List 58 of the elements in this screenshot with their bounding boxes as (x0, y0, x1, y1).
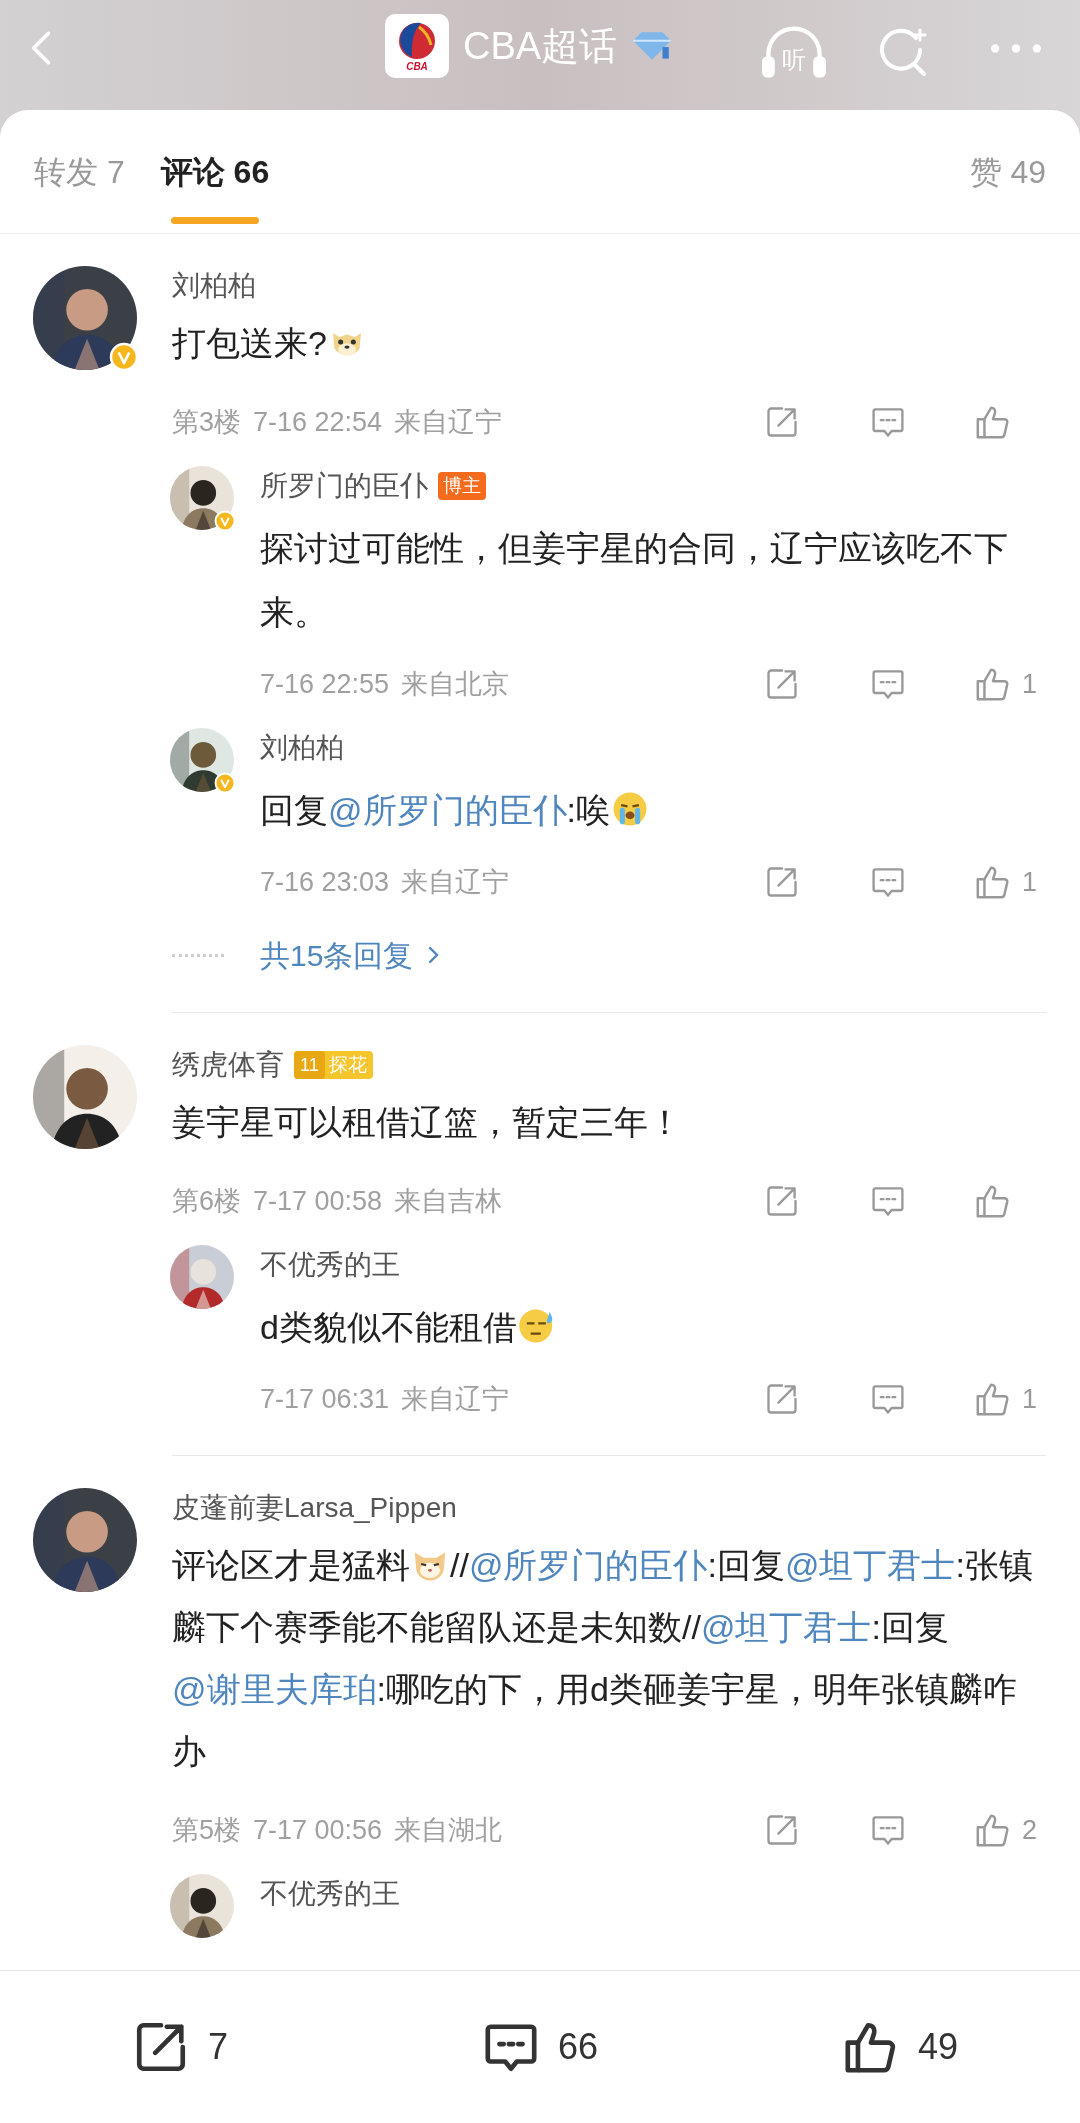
location-text: 来自吉林 (394, 1184, 503, 1218)
logo-text: CBA (406, 60, 428, 72)
floor-number: 第3楼 (172, 405, 242, 439)
basketball-icon (397, 20, 437, 61)
mention-link[interactable]: @坦丁君士 (700, 1608, 872, 1646)
user-name[interactable]: 不优秀的王 (260, 1873, 400, 1915)
page-title: CBA超话 (463, 23, 618, 69)
user-name[interactable]: 刘柏柏 (260, 727, 344, 769)
like-action[interactable]: 49 (720, 2018, 1080, 2076)
comment-text: 评论区才是猛料 //@所罗门的臣仆:回复@坦丁君士:张镇麟下个赛季能不能留队还是未知数//@坦丁君士:回复 @谢里夫库珀:哪吃的下，用d类砸姜宇星，明年张镇麟咋办 (172, 1544, 1034, 1772)
comment-text: 探讨过可能性，但姜宇星的合同，辽宁应该吃不下来。 (260, 528, 1009, 633)
user-name[interactable]: 刘柏柏 (172, 265, 256, 307)
mention-link[interactable]: @谢里夫库珀 (172, 1670, 377, 1708)
chevron-right-icon (427, 945, 440, 965)
share-icon[interactable] (764, 1183, 800, 1219)
diamond-badge-icon (631, 30, 674, 62)
user-name[interactable]: 不优秀的王 (260, 1244, 400, 1286)
floor-number: 第6楼 (172, 1184, 242, 1218)
mention-link[interactable]: @所罗门的臣仆 (328, 791, 567, 829)
like-count: 1 (1021, 1382, 1039, 1416)
mention-link[interactable]: @坦丁君士 (784, 1546, 956, 1584)
like-count: 2 (1021, 1813, 1039, 1847)
timestamp: 7-17 00:58 (253, 1184, 383, 1218)
location-text: 来自辽宁 (394, 405, 503, 439)
timestamp: 7-16 22:54 (253, 405, 383, 439)
user-name[interactable]: 绣虎体育 (172, 1044, 284, 1086)
location-text: 来自辽宁 (401, 1382, 510, 1416)
location-text: 来自北京 (401, 667, 510, 701)
timestamp: 7-17 00:56 (253, 1813, 383, 1847)
user-name[interactable]: 所罗门的臣仆 (260, 465, 428, 507)
author-badge: 博主 (438, 472, 486, 500)
back-icon[interactable] (30, 28, 52, 68)
share-icon[interactable] (764, 1812, 800, 1848)
share-icon[interactable] (764, 404, 800, 440)
share-icon[interactable] (764, 666, 800, 702)
share-action[interactable]: 7 (0, 2018, 360, 2076)
timestamp: 7-16 23:03 (260, 865, 390, 899)
share-icon[interactable] (764, 864, 800, 900)
comment-text: d类貌似不能租借 (260, 1295, 1046, 1359)
tab[interactable]: 评论 66 (160, 110, 270, 234)
location-text: 来自湖北 (394, 1813, 503, 1847)
comment-action[interactable]: 66 (360, 2018, 720, 2076)
comment-text: 回复@所罗门的臣仆:唉 (260, 778, 1046, 842)
more-replies-link[interactable]: 共15条回复 (260, 932, 440, 978)
rank-badge: 11 探花 (294, 1051, 373, 1079)
like-count: 1 (1021, 667, 1039, 701)
like-count: 1 (1021, 865, 1039, 899)
user-name[interactable]: 皮蓬前妻Larsa_Pippen (172, 1487, 457, 1529)
floor-number: 第5楼 (172, 1813, 242, 1847)
location-text: 来自辽宁 (401, 865, 510, 899)
comment-text: 打包送来? (172, 312, 1046, 374)
timestamp: 7-17 06:31 (260, 1382, 390, 1416)
more-icon[interactable] (990, 43, 1042, 54)
comment-text: 姜宇星可以租借辽篮，暂定三年！ (172, 1102, 683, 1143)
headphones-icon (762, 24, 826, 80)
share-icon[interactable] (764, 1381, 800, 1417)
timestamp: 7-16 22:55 (260, 667, 390, 701)
mention-link[interactable]: @所罗门的臣仆 (468, 1546, 708, 1584)
